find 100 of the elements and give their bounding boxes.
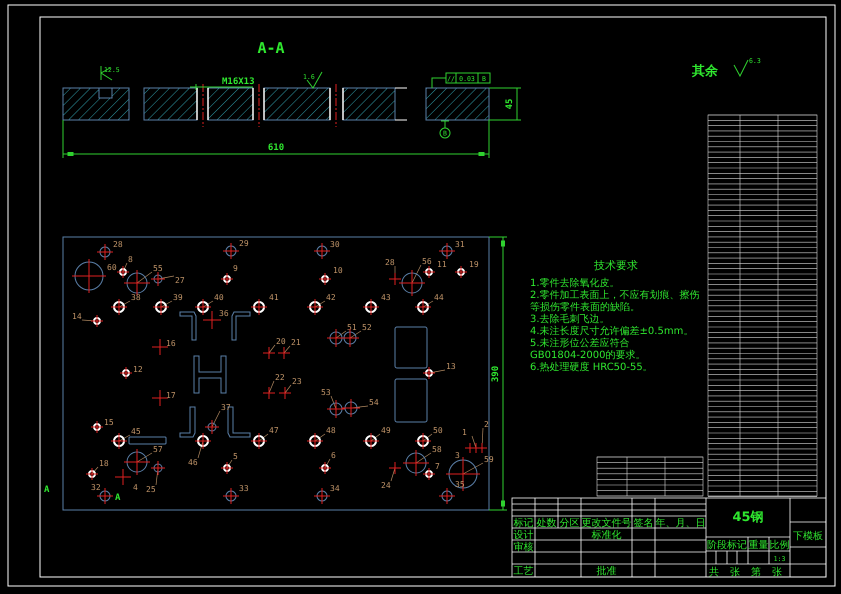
hole-number: 28 [113, 240, 123, 249]
hole-number: 30 [330, 240, 340, 249]
hole-number: 15 [104, 418, 114, 427]
leader-line [284, 384, 292, 394]
hole-marker [306, 432, 324, 450]
requirement-item: 5.未注形位公差应符合 [530, 338, 631, 350]
hole-marker [362, 432, 380, 450]
hole-number: 22 [275, 373, 285, 382]
requirement-item: 2.零件加工表面上，不应有划痕、擦伤等损伤零件表面的缺陷。 [530, 290, 701, 314]
hole-number: 51 [347, 323, 357, 332]
hole-number: 58 [432, 445, 442, 454]
hole-number: 4 [133, 483, 138, 492]
hole-number: 8 [128, 255, 133, 264]
hole-marker [204, 420, 220, 434]
hole-number: 21 [291, 338, 301, 347]
hole-marker [194, 298, 212, 316]
hole-number: 52 [362, 323, 372, 332]
section-mark: A [44, 485, 50, 495]
leader-line [412, 264, 422, 284]
leader-line [160, 300, 172, 308]
hole-number: 9 [233, 264, 238, 273]
title-block-label: 工艺 [514, 566, 534, 577]
hole-marker [152, 390, 168, 406]
requirement-item: 3.去除毛刺飞边。 [530, 314, 611, 326]
hole-marker [422, 366, 436, 380]
hole-marker [438, 242, 456, 260]
hole-number: 3 [455, 451, 460, 460]
hole-marker [476, 442, 488, 454]
hole-number: 60 [107, 263, 117, 272]
title-block-label: 分区 [560, 518, 580, 529]
hole-number: 34 [330, 484, 340, 493]
hole-number: 53 [321, 388, 331, 397]
requirement-item: 4.未注长度尺寸允许偏差±0.5mm。 [530, 326, 694, 338]
leader-line [314, 434, 326, 442]
datum-icon [440, 120, 450, 138]
hole-marker [90, 314, 104, 328]
hole-marker [340, 328, 360, 348]
hole-number: 48 [326, 426, 336, 435]
leader-line [336, 330, 346, 338]
leader-line [122, 262, 128, 272]
leader-line [390, 468, 396, 482]
leader-line [258, 434, 268, 442]
title-block-label: 更改文件号 [582, 518, 632, 529]
hole-marker [306, 298, 324, 316]
hole-marker [318, 462, 332, 474]
hole-number: 10 [333, 266, 343, 275]
title-block-label: 标准化 [592, 530, 622, 541]
hole-number: 44 [434, 293, 444, 302]
hole-number: 25 [146, 485, 156, 494]
hole-marker [250, 432, 268, 450]
hole-marker [262, 346, 276, 360]
hole-number: 46 [188, 458, 198, 467]
leader-line [226, 460, 232, 468]
hole-number: 42 [326, 293, 336, 302]
hole-number: 31 [455, 240, 465, 249]
title-block-label: 处数 [536, 518, 556, 529]
hole-marker [90, 420, 104, 434]
hole-marker [314, 242, 330, 260]
hole-marker [110, 298, 128, 316]
title-block-label: 张 [772, 567, 782, 578]
hole-number: 43 [381, 293, 391, 302]
hole-number: 54 [369, 398, 379, 407]
hole-number: 28 [385, 258, 395, 267]
hole-number: 12 [133, 365, 143, 374]
leader-line [330, 396, 336, 410]
dimension-text: 610 [268, 143, 284, 153]
requirement-item: 1.零件去除氧化皮。 [530, 278, 621, 290]
title-block-label: 张 [730, 567, 740, 578]
hole-marker [464, 442, 476, 454]
hole-number: 6 [331, 451, 336, 460]
hole-number: 19 [469, 260, 479, 269]
hole-number: 23 [292, 377, 302, 386]
hole-marker [318, 272, 332, 286]
hole-number: 56 [422, 257, 432, 266]
hole-marker [152, 298, 170, 316]
leader-line [314, 300, 326, 308]
requirement-item: GB01804-2000的要求。 [530, 350, 646, 362]
hole-number: 47 [269, 426, 279, 435]
hole-marker [194, 432, 212, 450]
roughness-icon [734, 60, 748, 78]
leader-line [324, 458, 330, 468]
hole-number: 18 [99, 459, 109, 468]
title-block-label: 重量 [748, 540, 768, 551]
hole-number: 14 [72, 312, 82, 321]
hole-number: 36 [219, 309, 229, 318]
hole-marker [326, 328, 346, 348]
leader-line [432, 78, 446, 88]
hole-number: 37 [221, 403, 231, 412]
hole-marker [314, 488, 330, 504]
leader-line [350, 330, 362, 338]
title-block-label: 审核 [514, 542, 534, 553]
leader-line [118, 300, 130, 308]
hole-number: 11 [437, 260, 447, 269]
hole-marker [220, 462, 234, 474]
hole-marker [222, 488, 240, 504]
hole-number: 17 [166, 391, 176, 400]
hole-number: 5 [233, 452, 238, 461]
leader-line [158, 276, 174, 280]
section-title: A-A [257, 39, 285, 57]
leader-line [268, 380, 274, 394]
